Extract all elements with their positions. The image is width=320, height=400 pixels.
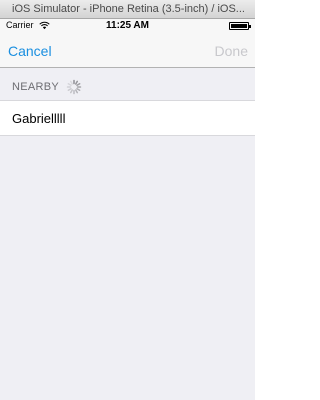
navigation-bar: Cancel Done <box>0 33 255 68</box>
simulator-titlebar: iOS Simulator - iPhone Retina (3.5-inch)… <box>0 0 255 19</box>
status-time: 11:25 AM <box>106 20 149 31</box>
activity-spinner-icon <box>66 79 82 95</box>
list-item-label: Gabrielllll <box>12 111 66 126</box>
device-screen: Carrier 11:25 AM Cancel Done NEARBY Gabr… <box>0 19 255 400</box>
section-header-nearby: NEARBY <box>0 76 255 98</box>
done-button[interactable]: Done <box>215 43 248 59</box>
status-bar: Carrier 11:25 AM <box>0 19 255 33</box>
list-item[interactable]: Gabrielllll <box>0 101 255 135</box>
nearby-list: Gabrielllll <box>0 100 255 136</box>
cancel-button[interactable]: Cancel <box>8 43 52 59</box>
section-header-label: NEARBY <box>12 81 60 93</box>
window-title: iOS Simulator - iPhone Retina (3.5-inch)… <box>12 3 245 15</box>
battery-icon <box>229 22 251 30</box>
